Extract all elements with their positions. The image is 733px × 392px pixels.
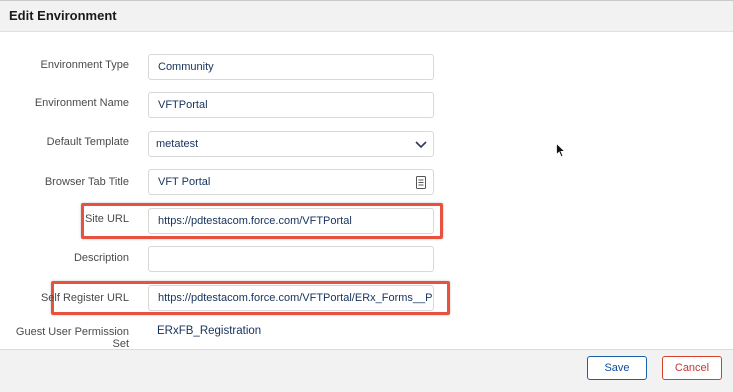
mouse-cursor-icon	[556, 143, 566, 158]
modal-header: Edit Environment	[0, 1, 733, 32]
description-input[interactable]	[148, 246, 434, 272]
site-url-label: Site URL	[84, 213, 129, 225]
default-template-label: Default Template	[46, 136, 129, 148]
guest-user-permission-set-label: Guest User Permission Set	[15, 326, 129, 350]
browser-tab-title-label: Browser Tab Title	[44, 176, 129, 188]
environment-name-label: Environment Name	[34, 97, 129, 109]
guest-user-permission-set-value: ERxFB_Registration	[157, 325, 262, 337]
self-register-url-input[interactable]: https://pdtestacom.force.com/VFTPortal/E…	[148, 285, 434, 311]
self-register-url-label: Self Register URL	[40, 292, 129, 304]
browser-tab-title-value: VFT Portal	[158, 176, 211, 188]
site-url-input[interactable]: https://pdtestacom.force.com/VFTPortal	[148, 208, 434, 234]
description-label: Description	[73, 252, 129, 264]
merge-field-icon[interactable]	[416, 176, 426, 189]
self-register-url-value: https://pdtestacom.force.com/VFTPortal/E…	[158, 292, 434, 304]
site-url-value: https://pdtestacom.force.com/VFTPortal	[158, 215, 352, 227]
environment-name-value: VFTPortal	[158, 99, 208, 111]
environment-type-label: Environment Type	[40, 59, 129, 71]
modal-title: Edit Environment	[9, 8, 117, 23]
default-template-value: metatest	[156, 138, 199, 150]
environment-type-value: Community	[158, 61, 214, 73]
environment-name-input[interactable]: VFTPortal	[148, 92, 434, 118]
chevron-down-icon	[415, 141, 427, 149]
browser-tab-title-input[interactable]: VFT Portal	[148, 169, 434, 195]
default-template-select[interactable]: metatest	[148, 131, 434, 157]
environment-type-field[interactable]: Community	[148, 54, 434, 80]
cancel-button[interactable]: Cancel	[662, 356, 722, 380]
save-button[interactable]: Save	[587, 356, 647, 380]
